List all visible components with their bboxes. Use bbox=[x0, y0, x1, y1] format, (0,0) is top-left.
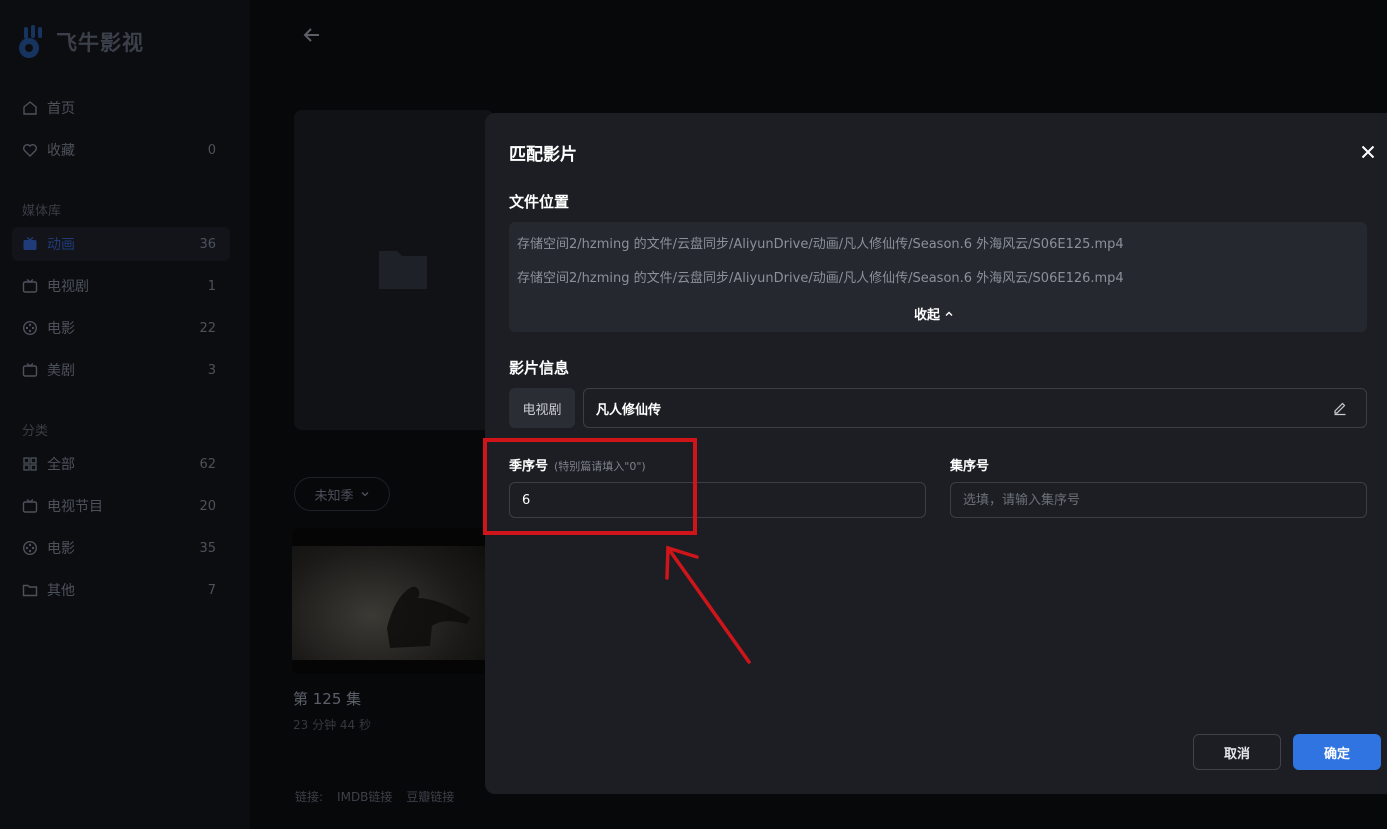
sidebar-item-count: 7 bbox=[207, 582, 216, 598]
sidebar-item-count: 62 bbox=[199, 456, 216, 472]
season-selector[interactable]: 未知季 bbox=[294, 477, 390, 511]
file-location-list: 存储空间2/hzming 的文件/云盘同步/AliyunDrive/动画/凡人修… bbox=[509, 222, 1367, 332]
sidebar-item-other[interactable]: 其他 7 bbox=[12, 573, 230, 607]
sidebar-item-anime[interactable]: 动画 36 bbox=[12, 227, 230, 261]
sidebar-item-label: 收藏 bbox=[47, 143, 75, 159]
episode-title: 第 125 集 bbox=[293, 690, 362, 708]
episode-number-input[interactable] bbox=[950, 482, 1367, 518]
tv-icon bbox=[22, 362, 38, 378]
episode-number-label: 集序号 bbox=[950, 459, 990, 474]
app-logo: 飞牛影视 bbox=[16, 24, 144, 60]
library-section-label: 媒体库 bbox=[22, 204, 62, 219]
letterbox-bottom bbox=[292, 660, 492, 674]
media-type-selector[interactable]: 电视剧 bbox=[509, 388, 575, 428]
close-icon[interactable] bbox=[1358, 142, 1378, 162]
links-label: 链接: bbox=[295, 790, 324, 804]
sidebar-item-label: 电视剧 bbox=[47, 279, 89, 295]
sidebar-item-count: 1 bbox=[207, 278, 216, 294]
season-number-label: 季序号 (特别篇请填入"0") bbox=[509, 455, 646, 474]
episode-thumbnail[interactable] bbox=[292, 528, 492, 674]
dialog-title: 匹配影片 bbox=[509, 145, 577, 165]
heart-icon bbox=[22, 142, 38, 158]
sidebar: 飞牛影视 首页 收藏 0 媒体库 动画 36 电视剧 1 电影 22 美剧 3 … bbox=[0, 0, 250, 829]
sidebar-item-home[interactable]: 首页 bbox=[12, 91, 230, 125]
sidebar-item-count: 3 bbox=[207, 362, 216, 378]
collapse-toggle[interactable]: 收起 bbox=[914, 304, 954, 323]
tv-icon bbox=[22, 278, 38, 294]
sidebar-item-label: 电影 bbox=[47, 321, 75, 337]
match-media-dialog: 匹配影片 文件位置 存储空间2/hzming 的文件/云盘同步/AliyunDr… bbox=[485, 113, 1387, 794]
tv-icon bbox=[22, 498, 38, 514]
app-name: 飞牛影视 bbox=[56, 31, 144, 55]
back-arrow-icon[interactable] bbox=[300, 23, 324, 47]
media-info-heading: 影片信息 bbox=[509, 359, 570, 377]
category-section-label: 分类 bbox=[22, 424, 49, 439]
logo-icon bbox=[19, 25, 42, 58]
external-links: 链接: IMDB链接 豆瓣链接 bbox=[295, 788, 454, 805]
chevron-down-icon bbox=[361, 492, 368, 497]
sidebar-item-all[interactable]: 全部 62 bbox=[12, 447, 230, 481]
sidebar-item-label: 首页 bbox=[47, 101, 75, 117]
film-reel-icon bbox=[22, 540, 38, 556]
figure-silhouette bbox=[387, 586, 470, 648]
sidebar-item-films[interactable]: 电影 35 bbox=[12, 531, 230, 565]
media-title-field[interactable]: 凡人修仙传 bbox=[583, 388, 1367, 428]
film-reel-icon bbox=[22, 320, 38, 336]
sidebar-item-count: 35 bbox=[199, 540, 216, 556]
douban-link[interactable]: 豆瓣链接 bbox=[406, 788, 454, 805]
media-title-value: 凡人修仙传 bbox=[596, 402, 662, 418]
sidebar-item-label: 全部 bbox=[47, 457, 75, 473]
imdb-link[interactable]: IMDB链接 bbox=[337, 788, 392, 805]
folder-icon bbox=[379, 251, 427, 289]
sidebar-item-label: 其他 bbox=[47, 583, 75, 599]
sidebar-item-label: 电影 bbox=[47, 541, 75, 557]
file-path-item: 存储空间2/hzming 的文件/云盘同步/AliyunDrive/动画/凡人修… bbox=[517, 237, 1124, 252]
home-icon bbox=[22, 100, 38, 116]
cancel-button[interactable]: 取消 bbox=[1193, 734, 1281, 770]
sidebar-item-count: 36 bbox=[199, 236, 216, 252]
sidebar-item-us-series[interactable]: 美剧 3 bbox=[12, 353, 230, 387]
sidebar-item-tv-series[interactable]: 电视剧 1 bbox=[12, 269, 230, 303]
grid-icon bbox=[22, 456, 38, 472]
confirm-button[interactable]: 确定 bbox=[1293, 734, 1381, 770]
sidebar-item-count: 20 bbox=[199, 498, 216, 514]
sidebar-item-label: 美剧 bbox=[47, 363, 75, 379]
sidebar-item-label: 动画 bbox=[47, 237, 75, 253]
file-path-item: 存储空间2/hzming 的文件/云盘同步/AliyunDrive/动画/凡人修… bbox=[517, 271, 1124, 286]
sidebar-item-label: 电视节目 bbox=[47, 499, 103, 515]
episode-duration: 23 分钟 44 秒 bbox=[293, 718, 371, 732]
tv-icon bbox=[22, 236, 38, 252]
season-selector-label: 未知季 bbox=[314, 488, 354, 504]
sidebar-item-favorites[interactable]: 收藏 0 bbox=[12, 133, 230, 167]
season-number-input[interactable] bbox=[509, 482, 926, 518]
collapse-label: 收起 bbox=[914, 308, 941, 323]
sidebar-item-movies[interactable]: 电影 22 bbox=[12, 311, 230, 345]
chevron-up-icon bbox=[945, 311, 953, 316]
sidebar-item-count: 0 bbox=[207, 142, 216, 158]
folder-icon bbox=[22, 582, 38, 598]
sidebar-item-tv-shows[interactable]: 电视节目 20 bbox=[12, 489, 230, 523]
file-location-heading: 文件位置 bbox=[509, 193, 570, 211]
sidebar-item-count: 22 bbox=[199, 320, 216, 336]
edit-icon[interactable] bbox=[1332, 400, 1348, 416]
season-label-text: 季序号 bbox=[509, 459, 549, 474]
season-hint: (特别篇请填入"0") bbox=[554, 460, 646, 473]
